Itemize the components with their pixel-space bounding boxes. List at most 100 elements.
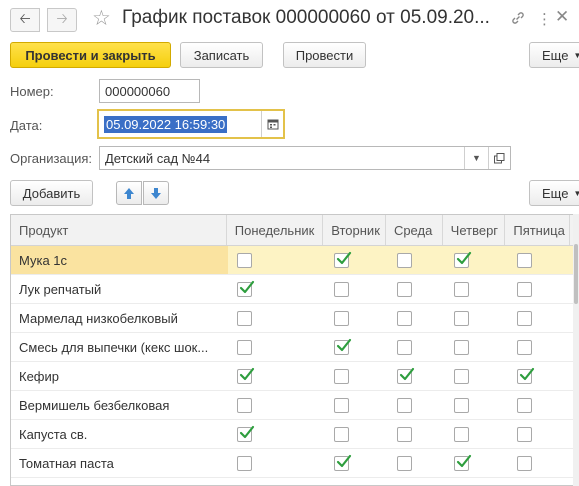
day-cell [388,362,445,390]
table-more-button[interactable]: Еще ▼ [529,180,579,206]
day-cell [325,449,388,477]
post-button[interactable]: Провести [283,42,366,68]
table-row[interactable]: Капуста св. [11,420,579,449]
checkbox-checked[interactable] [517,367,535,384]
column-tuesday-header[interactable]: Вторник [323,215,386,245]
checkbox-checked[interactable] [454,454,472,471]
table-row[interactable]: Кефир [11,362,579,391]
checkbox-unchecked[interactable] [237,397,252,413]
checkbox-unchecked[interactable] [454,368,469,384]
favorite-star-icon[interactable]: ☆ [92,6,111,31]
day-cell [508,275,573,303]
checkbox-checked[interactable] [334,251,352,268]
checkbox-unchecked[interactable] [397,310,412,326]
back-button[interactable]: 🡠 [10,8,40,32]
checkbox-unchecked[interactable] [517,310,532,326]
vertical-scrollbar[interactable] [573,214,579,486]
column-thursday-header[interactable]: Четверг [443,215,506,245]
table-row[interactable]: Мука 1с [11,246,579,275]
checkbox-unchecked[interactable] [517,281,532,297]
checkbox-unchecked[interactable] [517,252,532,268]
day-cell [388,275,445,303]
checkbox-unchecked[interactable] [454,339,469,355]
table-row[interactable]: Томатная паста [11,449,579,478]
checkbox-unchecked[interactable] [237,310,252,326]
forward-button[interactable]: 🡢 [47,8,77,32]
day-cell [508,362,573,390]
column-wednesday-header[interactable]: Среда [386,215,443,245]
checkbox-checked[interactable] [237,280,255,297]
checkbox-unchecked[interactable] [237,252,252,268]
dropdown-arrow-icon[interactable]: ▼ [464,147,488,169]
checkbox-unchecked[interactable] [397,281,412,297]
checkbox-checked[interactable] [397,367,415,384]
product-cell[interactable]: Томатная паста [11,449,228,477]
checkbox-unchecked[interactable] [397,426,412,442]
checkbox-checked[interactable] [237,425,255,442]
product-cell[interactable]: Мука 1с [11,246,228,274]
organization-field[interactable]: Детский сад №44 ▼ [99,146,511,170]
checkbox-unchecked[interactable] [397,455,412,471]
day-cell [508,391,573,419]
column-monday-header[interactable]: Понедельник [227,215,324,245]
column-product-header[interactable]: Продукт [11,215,227,245]
post-and-close-button[interactable]: Провести и закрыть [10,42,171,68]
checkbox-checked[interactable] [334,454,352,471]
menu-dots-icon[interactable]: ⋮ [537,10,552,28]
checkbox-unchecked[interactable] [454,310,469,326]
move-up-button[interactable] [116,181,142,205]
checkbox-checked[interactable] [454,251,472,268]
add-button[interactable]: Добавить [10,180,93,206]
save-button[interactable]: Записать [180,42,263,68]
day-cell [388,420,445,448]
checkbox-unchecked[interactable] [397,339,412,355]
day-cell [445,333,508,361]
checkbox-unchecked[interactable] [334,368,349,384]
table-row[interactable]: Смесь для выпечки (кекс шок... [11,333,579,362]
checkbox-unchecked[interactable] [397,397,412,413]
checkbox-unchecked[interactable] [334,426,349,442]
checkbox-unchecked[interactable] [454,426,469,442]
checkbox-unchecked[interactable] [334,397,349,413]
number-field[interactable]: 000000060 [99,79,200,103]
checkbox-checked[interactable] [334,338,352,355]
table-row[interactable]: Лук репчатый [11,275,579,304]
link-icon[interactable] [510,10,526,30]
product-cell[interactable]: Смесь для выпечки (кекс шок... [11,333,228,361]
product-cell[interactable]: Лук репчатый [11,275,228,303]
table-row[interactable]: Вермишель безбелковая [11,391,579,420]
date-field[interactable]: 05.09.2022 16:59:30 [97,109,285,139]
arrow-right-icon: 🡢 [56,10,68,26]
product-cell[interactable]: Вермишель безбелковая [11,391,228,419]
day-cell [508,333,573,361]
checkbox-unchecked[interactable] [454,397,469,413]
open-link-icon[interactable] [488,147,510,169]
day-cell [228,304,325,332]
product-cell[interactable]: Мармелад низкобелковый [11,304,228,332]
checkbox-unchecked[interactable] [237,339,252,355]
checkbox-unchecked[interactable] [517,339,532,355]
more-button[interactable]: Еще ▼ [529,42,579,68]
calendar-icon[interactable] [261,111,283,137]
checkbox-unchecked[interactable] [397,252,412,268]
day-cell [228,391,325,419]
product-cell[interactable]: Капуста св. [11,420,228,448]
dropdown-arrow-icon: ▼ [573,50,579,60]
day-cell [228,449,325,477]
checkbox-unchecked[interactable] [517,397,532,413]
checkbox-unchecked[interactable] [334,281,349,297]
close-icon[interactable]: ✕ [555,7,569,27]
column-friday-header[interactable]: Пятница [505,215,571,245]
table-row[interactable]: Мармелад низкобелковый [11,304,579,333]
checkbox-unchecked[interactable] [517,455,532,471]
checkbox-unchecked[interactable] [454,281,469,297]
checkbox-checked[interactable] [237,367,255,384]
day-cell [445,362,508,390]
day-cell [388,246,445,274]
product-cell[interactable]: Кефир [11,362,228,390]
move-down-button[interactable] [143,181,169,205]
checkbox-unchecked[interactable] [334,310,349,326]
checkbox-unchecked[interactable] [517,426,532,442]
checkbox-unchecked[interactable] [237,455,252,471]
scrollbar-thumb[interactable] [574,244,578,304]
